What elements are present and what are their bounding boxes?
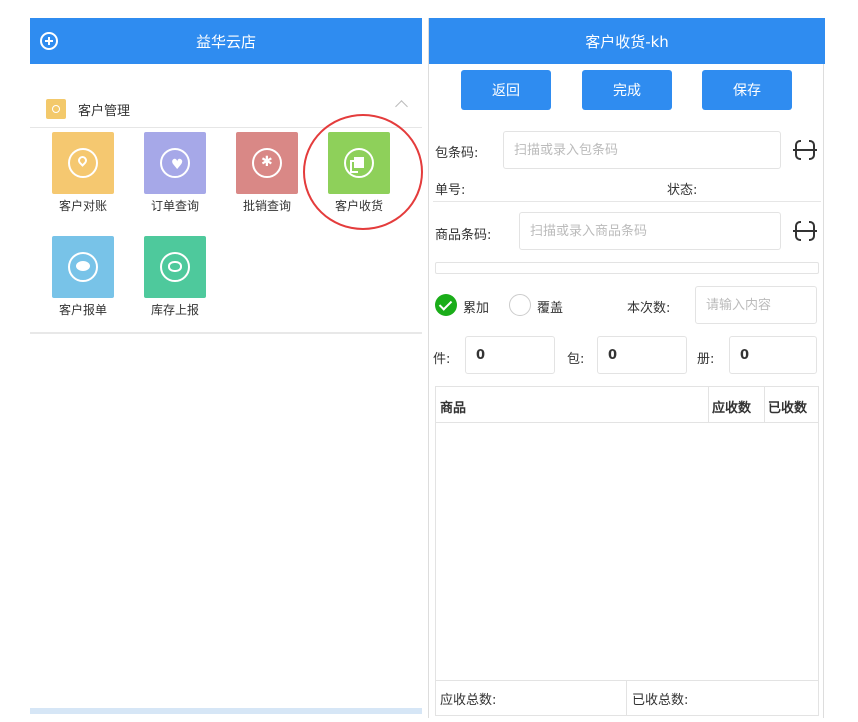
unit-piece-input[interactable] [465, 336, 555, 374]
bottom-bar [30, 708, 422, 714]
tile-label: 订单查询 [150, 199, 199, 213]
overwrite-radio[interactable] [509, 294, 531, 316]
order-no-label: 单号: [435, 183, 466, 198]
back-button[interactable]: 返回 [461, 70, 551, 110]
tile-label: 批销查询 [242, 199, 291, 213]
tile-order-query[interactable]: ♥ 订单查询 [140, 132, 210, 214]
accumulate-label: 累加 [463, 301, 490, 316]
section-icon [46, 99, 66, 119]
col-due: 应收数 [712, 401, 752, 416]
highlight-annotation-circle [303, 114, 423, 230]
product-info-bar [435, 262, 819, 274]
divider [433, 201, 821, 202]
unit-pack-label: 包: [567, 352, 585, 367]
tile-label: 客户对账 [58, 199, 107, 213]
product-code-label: 商品条码: [435, 228, 492, 243]
tile-icon-box [52, 236, 114, 298]
piggy-bank-icon [168, 261, 182, 272]
tile-inventory-report[interactable]: 库存上报 [140, 236, 210, 318]
tile-icon-box [144, 236, 206, 298]
chevron-up-icon[interactable] [395, 100, 408, 113]
save-button[interactable]: 保存 [702, 70, 792, 110]
tile-label: 客户报单 [58, 303, 107, 317]
section-label: 客户管理 [78, 104, 131, 119]
package-code-label: 包条码: [435, 146, 479, 161]
accumulate-radio[interactable] [435, 294, 457, 316]
totals-footer: 应收总数: 已收总数: [435, 680, 819, 716]
due-total-label: 应收总数: [440, 693, 497, 708]
this-qty-input[interactable] [695, 286, 817, 324]
home-header: 益华云店 [30, 18, 422, 64]
home-panel: 益华云店 客户管理 客户对账 ♥ 订单查询 ✱ 批销查询 客户收货 客户报单 库… [30, 18, 423, 718]
tile-customer-reconcile[interactable]: 客户对账 [48, 132, 118, 214]
done-button[interactable]: 完成 [582, 70, 672, 110]
goods-table: 商品 应收数 已收数 [435, 386, 819, 696]
location-pin-icon [76, 154, 89, 167]
status-label: 状态: [667, 183, 698, 198]
chat-bubble-icon [76, 261, 90, 271]
scan-icon[interactable] [793, 139, 817, 161]
section-divider [30, 332, 422, 334]
col-received: 已收数 [768, 401, 808, 416]
page-title: 客户收货-kh [585, 33, 669, 51]
overwrite-label: 覆盖 [537, 301, 564, 316]
receive-header: 客户收货-kh [429, 18, 825, 64]
table-header: 商品 应收数 已收数 [436, 387, 818, 423]
scan-icon[interactable] [793, 220, 817, 242]
receive-panel: 客户收货-kh 返回 完成 保存 包条码: 单号: 状态: 商品条码: 累加 覆… [428, 18, 825, 718]
package-code-input[interactable] [503, 131, 781, 169]
tile-icon-box: ♥ [144, 132, 206, 194]
col-product: 商品 [440, 401, 467, 416]
this-qty-label: 本次数: [627, 301, 671, 316]
tile-icon-box [52, 132, 114, 194]
unit-pack-input[interactable] [597, 336, 687, 374]
tile-label: 库存上报 [150, 303, 199, 317]
tile-wholesale-query[interactable]: ✱ 批销查询 [232, 132, 302, 214]
unit-volume-label: 册: [697, 352, 715, 367]
product-code-input[interactable] [519, 212, 781, 250]
tile-icon-box: ✱ [236, 132, 298, 194]
heart-icon: ♥ [171, 157, 184, 173]
received-total-label: 已收总数: [632, 693, 689, 708]
unit-piece-label: 件: [433, 352, 451, 367]
app-title: 益华云店 [195, 33, 256, 51]
paw-icon: ✱ [261, 154, 273, 170]
unit-volume-input[interactable] [729, 336, 817, 374]
tile-customer-report[interactable]: 客户报单 [48, 236, 118, 318]
